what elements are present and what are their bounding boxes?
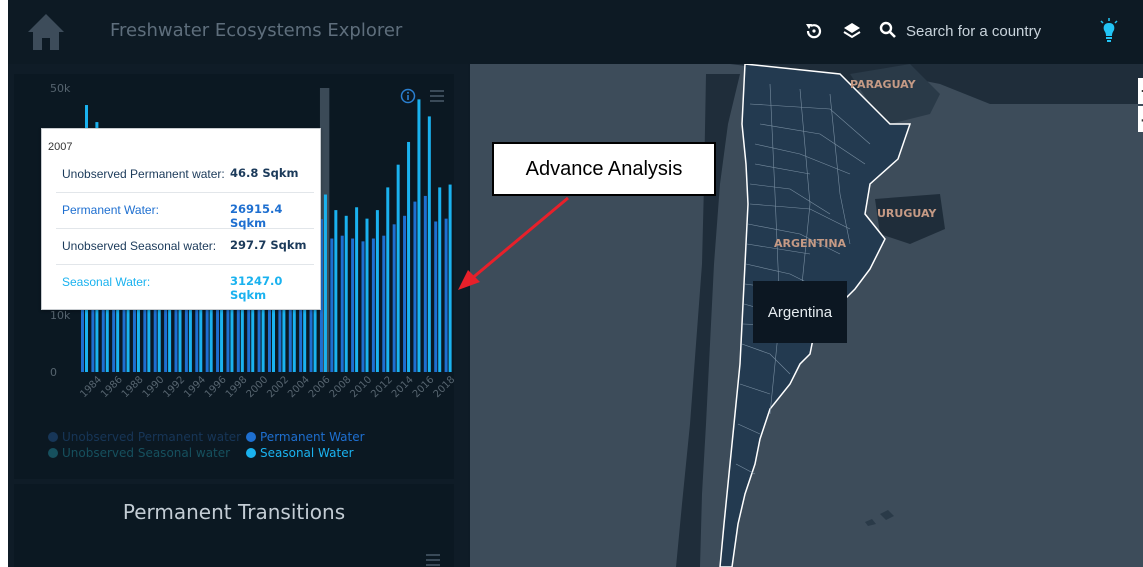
annotation-label: Advance Analysis [492, 142, 716, 196]
annotation-arrow [458, 196, 569, 290]
app-frame: Freshwater Ecosystems Explorer Search fo… [8, 0, 1143, 567]
